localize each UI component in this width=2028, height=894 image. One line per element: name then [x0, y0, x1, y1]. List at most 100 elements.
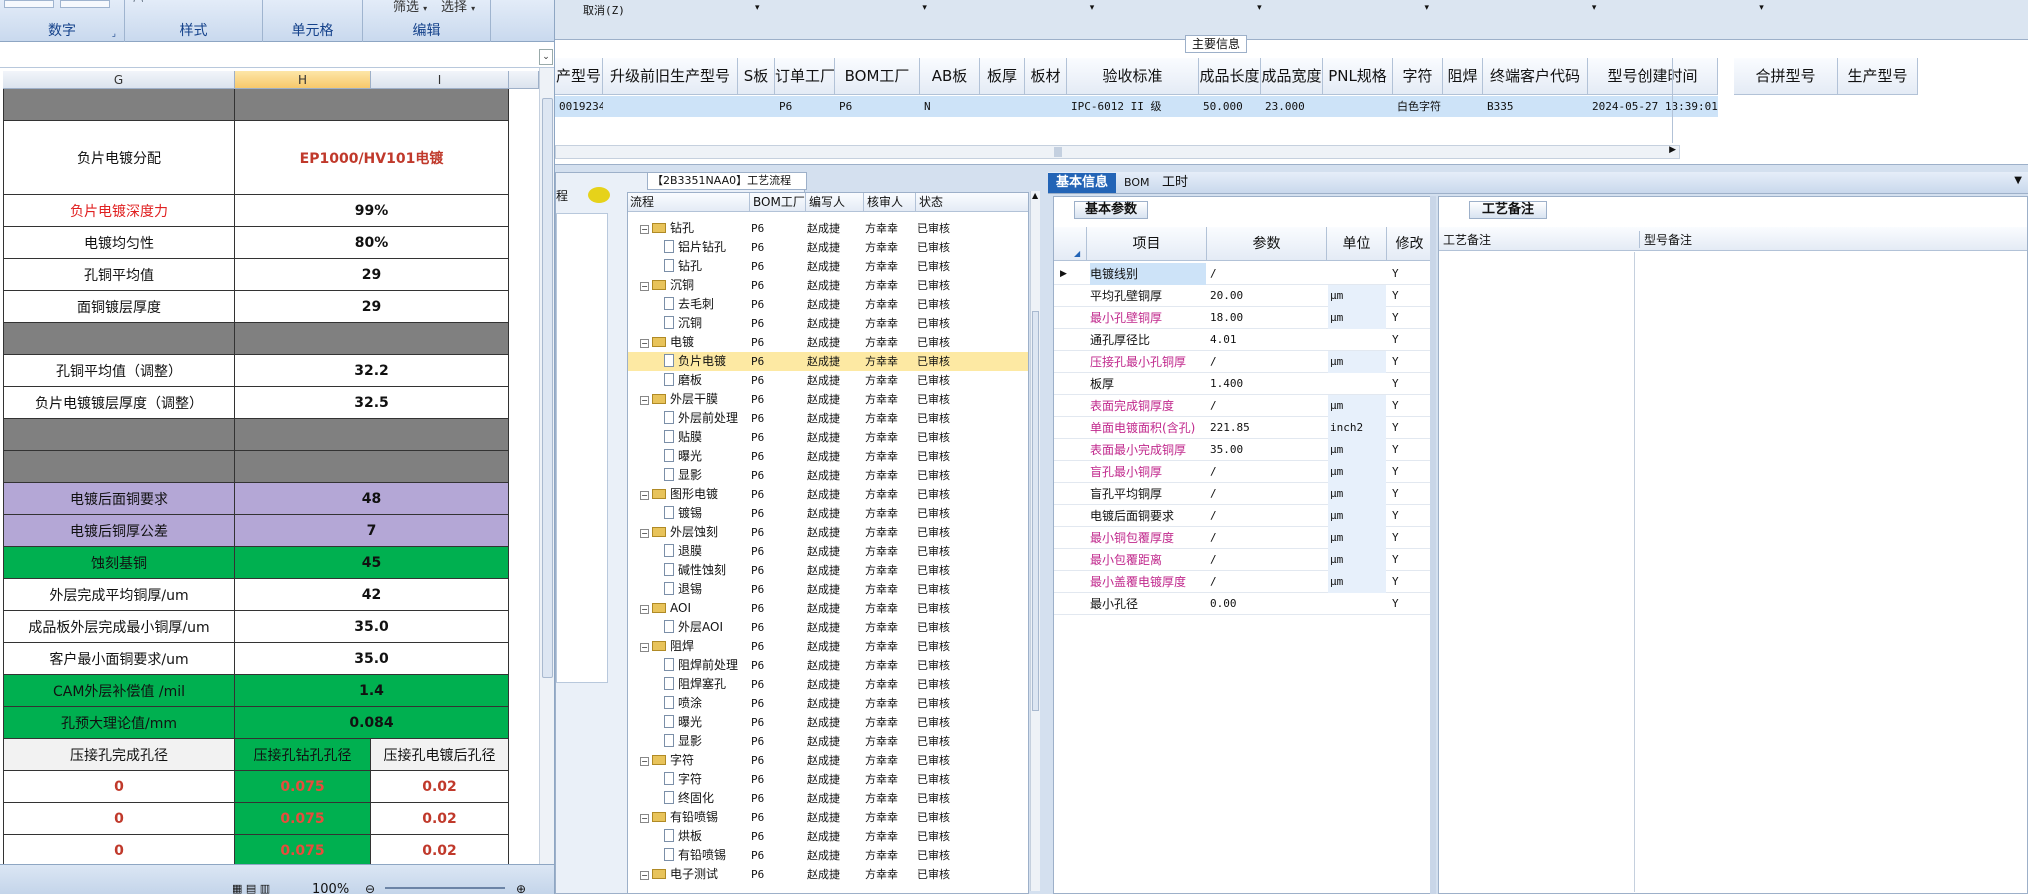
flow-row[interactable]: − 电子测试 P6 赵成捷 方幸幸 已审核 — [628, 865, 1028, 884]
scroll-thumb[interactable] — [542, 98, 553, 678]
cell-h[interactable]: 42 — [235, 579, 509, 610]
zoom-out-icon[interactable]: ⊖ — [365, 882, 375, 894]
param-col-header[interactable]: 项目 — [1086, 227, 1206, 261]
param-modify[interactable]: Y — [1392, 439, 1432, 461]
cell-i[interactable]: 0.02 — [371, 803, 509, 834]
cell-h[interactable]: 35.0 — [235, 611, 509, 642]
flow-row[interactable]: − 沉铜 P6 赵成捷 方幸幸 已审核 — [628, 276, 1028, 295]
main-col-header[interactable]: 订单工厂 — [775, 58, 835, 95]
collapse-icon[interactable]: − — [640, 757, 649, 766]
main-cell[interactable]: IPC-6012 II 级 — [1067, 96, 1199, 117]
filter-button[interactable]: 筛选 ▾ — [393, 0, 427, 15]
cell-h[interactable]: 0.084 — [235, 707, 509, 738]
param-modify[interactable]: Y — [1392, 571, 1432, 593]
main-cell[interactable]: 23.000 — [1261, 96, 1323, 117]
scroll-thumb[interactable] — [1032, 311, 1039, 711]
tab-basic-info[interactable]: 基本信息 — [1048, 173, 1117, 193]
main-col-header[interactable]: 成品宽度 — [1261, 58, 1323, 95]
param-row[interactable]: 最小孔径 0.00 Y — [1054, 593, 1432, 615]
param-modify[interactable]: Y — [1392, 527, 1432, 549]
param-row[interactable]: 最小包覆距离 / μm Y — [1054, 549, 1432, 571]
flow-row[interactable]: 外层前处理 P6 赵成捷 方幸幸 已审核 — [628, 409, 1028, 428]
cell-h[interactable]: 80% — [235, 227, 509, 258]
param-value[interactable]: 1.400 — [1210, 373, 1326, 395]
cell-g[interactable] — [3, 419, 235, 450]
flow-row[interactable]: 磨板 P6 赵成捷 方幸幸 已审核 — [628, 371, 1028, 390]
cell-h[interactable] — [235, 451, 509, 482]
main-col-header[interactable]: 型号创建时间 — [1588, 58, 1718, 95]
param-row[interactable]: 压接孔最小孔铜厚 / μm Y — [1054, 351, 1432, 373]
param-modify[interactable]: Y — [1392, 307, 1432, 329]
param-row[interactable]: ▶ 电镀线别 / Y — [1054, 263, 1432, 285]
view-icons[interactable]: ▦ ▤ ▥ — [232, 882, 270, 894]
collapse-icon[interactable]: − — [640, 871, 649, 880]
flow-tab[interactable]: 【2B3351NAA0】工艺流程 — [647, 172, 807, 190]
cell-g[interactable]: 电镀后铜厚公差 — [3, 515, 235, 546]
column-header-i[interactable]: I — [371, 71, 509, 89]
collapse-icon[interactable]: − — [640, 396, 649, 405]
param-row[interactable]: 最小盖覆电镀厚度 / μm Y — [1054, 571, 1432, 593]
param-row[interactable]: 电镀后面铜要求 / μm Y — [1054, 505, 1432, 527]
vertical-scrollbar[interactable] — [539, 68, 554, 864]
cell-g[interactable]: CAM外层补偿值 /mil — [3, 675, 235, 706]
flow-col-header[interactable]: BOM工厂 — [749, 193, 805, 212]
cell-g[interactable]: 孔铜平均值（调整） — [3, 355, 235, 386]
flow-row[interactable]: 显影 P6 赵成捷 方幸幸 已审核 — [628, 466, 1028, 485]
param-value[interactable]: 20.00 — [1210, 285, 1326, 307]
flow-col-header[interactable]: 核审人 — [863, 193, 903, 212]
main-col-header[interactable]: AB板 — [920, 58, 980, 95]
flow-row[interactable]: 曝光 P6 赵成捷 方幸幸 已审核 — [628, 713, 1028, 732]
param-modify[interactable]: Y — [1392, 373, 1432, 395]
flow-row[interactable]: 有铅喷锡 P6 赵成捷 方幸幸 已审核 — [628, 846, 1028, 865]
formula-bar[interactable]: ⌄ — [0, 46, 554, 68]
collapse-icon[interactable]: − — [640, 282, 649, 291]
main-cell[interactable]: 白色字符 — [1393, 96, 1443, 117]
flow-col-header[interactable]: 流程 — [630, 193, 654, 212]
tab-bom[interactable]: BOM — [1116, 173, 1158, 193]
flow-row[interactable]: 曝光 P6 赵成捷 方幸幸 已审核 — [628, 447, 1028, 466]
cell-h[interactable]: 7 — [235, 515, 509, 546]
cell-h[interactable]: 0.075 — [235, 803, 371, 834]
param-row[interactable]: 单面电镀面积(含孔) 221.85 inch2 Y — [1054, 417, 1432, 439]
main-col-header[interactable]: 合拼型号 — [1734, 58, 1838, 95]
main-col-header[interactable]: S板 — [738, 58, 775, 95]
cell-g[interactable]: 0 — [3, 835, 235, 866]
chevron-down-icon[interactable]: ▼ — [2014, 175, 2022, 186]
main-col-header[interactable]: 阻焊 — [1443, 58, 1483, 95]
main-col-header[interactable]: BOM工厂 — [835, 58, 920, 95]
main-cell[interactable] — [1323, 96, 1393, 117]
flow-row[interactable]: − 外层干膜 P6 赵成捷 方幸幸 已审核 — [628, 390, 1028, 409]
collapse-icon[interactable]: − — [640, 814, 649, 823]
cell-g[interactable]: 负片电镀分配 — [3, 121, 235, 194]
flow-row[interactable]: 铝片钻孔 P6 赵成捷 方幸幸 已审核 — [628, 238, 1028, 257]
cell-h[interactable]: 1.4 — [235, 675, 509, 706]
param-modify[interactable]: Y — [1392, 417, 1432, 439]
splitter[interactable] — [1430, 196, 1436, 894]
param-row[interactable]: 盲孔最小铜厚 / μm Y — [1054, 461, 1432, 483]
collapse-icon[interactable]: − — [640, 605, 649, 614]
collapse-icon[interactable]: − — [640, 529, 649, 538]
param-row[interactable]: 盲孔平均铜厚 / μm Y — [1054, 483, 1432, 505]
cell-h[interactable] — [235, 89, 509, 120]
flow-row[interactable]: 阻焊塞孔 P6 赵成捷 方幸幸 已审核 — [628, 675, 1028, 694]
flow-row[interactable]: 退膜 P6 赵成捷 方幸幸 已审核 — [628, 542, 1028, 561]
cell-h[interactable]: 0.075 — [235, 771, 371, 802]
cell-h[interactable]: 29 — [235, 259, 509, 290]
main-cell[interactable]: 50.000 — [1199, 96, 1261, 117]
param-col-header[interactable]: 单位 — [1326, 227, 1386, 261]
cell-g[interactable]: 电镀均匀性 — [3, 227, 235, 258]
scroll-right-icon[interactable]: ▶ — [1669, 145, 1676, 155]
cell-h[interactable]: EP1000/HV101电镀 — [235, 121, 509, 194]
flow-row[interactable]: 负片电镀 P6 赵成捷 方幸幸 已审核 — [628, 352, 1028, 371]
param-row[interactable]: 最小铜包覆厚度 / μm Y — [1054, 527, 1432, 549]
flow-row[interactable]: 烘板 P6 赵成捷 方幸幸 已审核 — [628, 827, 1028, 846]
zoom-slider[interactable] — [385, 887, 505, 889]
cell-i[interactable]: 0.02 — [371, 835, 509, 866]
param-value[interactable]: / — [1210, 549, 1326, 571]
param-value[interactable]: / — [1210, 395, 1326, 417]
number-format-button-2[interactable] — [60, 0, 110, 8]
cell-g[interactable] — [3, 451, 235, 482]
collapse-icon[interactable]: − — [640, 339, 649, 348]
param-value[interactable]: / — [1210, 505, 1326, 527]
flow-row[interactable]: 碱性蚀刻 P6 赵成捷 方幸幸 已审核 — [628, 561, 1028, 580]
